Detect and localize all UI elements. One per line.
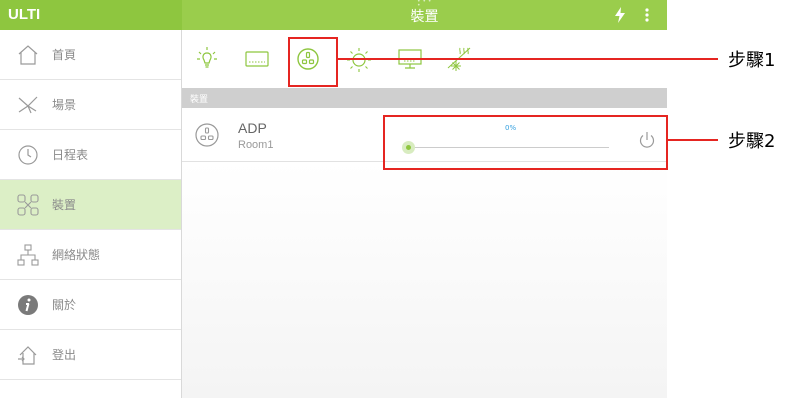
- bolt-icon[interactable]: [614, 7, 626, 23]
- device-icon: [17, 194, 39, 216]
- sidebar-item-label: 首頁: [52, 48, 77, 62]
- step1-leader-line: [338, 58, 718, 60]
- network-icon: [17, 244, 39, 266]
- logout-icon: [18, 346, 37, 365]
- sidebar-item-schedule[interactable]: 日程表: [0, 130, 181, 180]
- sidebar-item-label: 場景: [52, 98, 77, 112]
- home-icon: [18, 45, 38, 65]
- header-bar: • • • • 裝置: [182, 0, 667, 30]
- smart-plug-icon: [195, 123, 219, 147]
- light-bulb-icon[interactable]: [192, 44, 222, 74]
- device-name: ADP: [238, 120, 267, 136]
- sidebar-item-about[interactable]: 關於: [0, 280, 181, 330]
- more-vertical-icon[interactable]: [644, 7, 650, 23]
- drag-handle-icon: • • • •: [417, 0, 432, 9]
- sidebar-item-logout[interactable]: 登出: [0, 330, 181, 380]
- step1-highlight: [288, 37, 338, 87]
- step1-label: 步驟1: [728, 50, 776, 71]
- content-area: [182, 162, 667, 398]
- step2-highlight: [383, 115, 668, 170]
- sidebar-item-label: 關於: [52, 298, 77, 312]
- sidebar-item-devices[interactable]: 裝置: [0, 180, 181, 230]
- sidebar: 首頁 場景 日程表 裝置 網絡狀態 關於 登出: [0, 30, 182, 398]
- sidebar-item-label: 登出: [52, 348, 77, 362]
- step2-leader-line: [668, 139, 718, 141]
- scene-icon: [18, 96, 38, 114]
- step2-label: 步驟2: [728, 131, 776, 152]
- app-bar: ULTI: [0, 0, 182, 30]
- sidebar-item-label: 網絡狀態: [52, 248, 101, 262]
- curtain-icon[interactable]: [242, 44, 272, 74]
- section-header: 裝置: [182, 88, 667, 108]
- app-title: ULTI: [8, 6, 41, 23]
- info-icon: [18, 295, 38, 315]
- sidebar-item-network[interactable]: 網絡狀態: [0, 230, 181, 280]
- sidebar-item-home[interactable]: 首頁: [0, 30, 181, 80]
- sidebar-item-label: 日程表: [52, 148, 89, 162]
- device-room: Room1: [238, 139, 274, 151]
- sidebar-item-label: 裝置: [52, 198, 77, 212]
- page-title: 裝置: [410, 9, 439, 25]
- sidebar-item-scene[interactable]: 場景: [0, 80, 181, 130]
- clock-icon: [18, 145, 38, 165]
- section-title: 裝置: [190, 95, 209, 105]
